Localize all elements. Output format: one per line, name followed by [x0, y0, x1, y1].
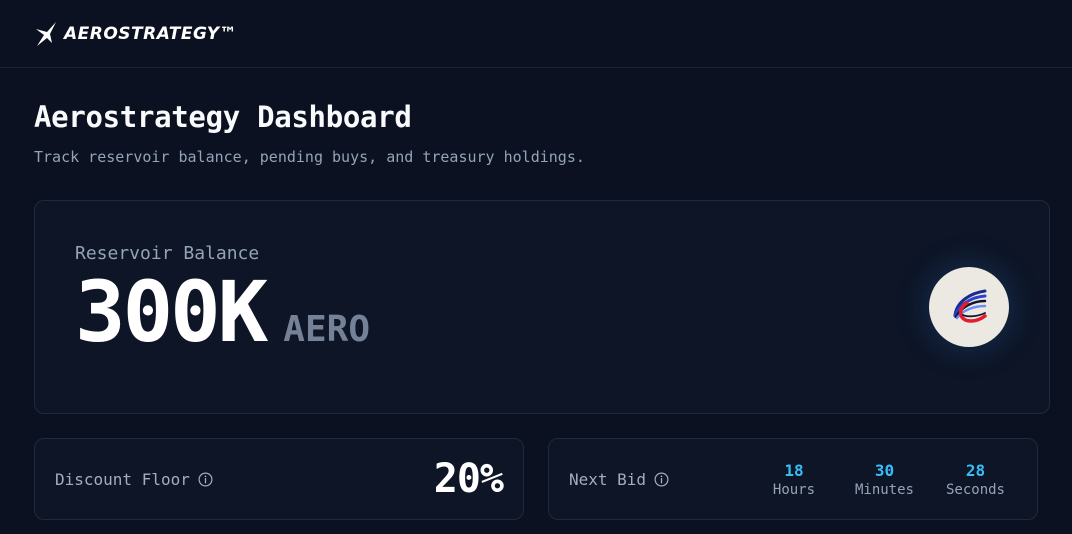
- dashboard-main: Aerostrategy Dashboard Track reservoir b…: [0, 68, 1072, 520]
- aero-token-icon: [929, 267, 1009, 347]
- star-logo-icon: [36, 21, 56, 46]
- discount-floor-value: 20%: [433, 456, 504, 502]
- page-subtitle: Track reservoir balance, pending buys, a…: [34, 148, 585, 166]
- next-bid-label: Next Bid: [569, 469, 647, 489]
- aero-swoosh-icon: [953, 289, 987, 323]
- reservoir-balance-label: Reservoir Balance: [75, 243, 260, 264]
- discount-floor-card: Discount Floor 20%: [34, 438, 524, 520]
- reservoir-balance-row: 300K AERO: [75, 270, 1049, 354]
- reservoir-balance-value: 300K: [75, 263, 268, 361]
- countdown-minutes-label: Minutes: [854, 481, 914, 498]
- countdown-seconds-label: Seconds: [945, 481, 1005, 498]
- brand-name: AEROSTRATEGY™: [64, 23, 238, 44]
- countdown-hours-value: 18: [784, 460, 804, 480]
- next-bid-card: Next Bid 18 Hours 30 Minutes 28 Seconds: [548, 438, 1038, 520]
- reservoir-balance-card: Reservoir Balance 300K AERO: [34, 200, 1050, 414]
- stats-row: Discount Floor 20% Next Bid 18 Hours 30 …: [34, 438, 1038, 520]
- countdown-seconds: 28 Seconds: [946, 461, 1005, 498]
- countdown-hours: 18 Hours: [765, 461, 823, 498]
- page-title: Aerostrategy Dashboard: [34, 100, 412, 134]
- countdown-minutes: 30 Minutes: [855, 461, 914, 498]
- top-bar: AEROSTRATEGY™: [0, 0, 1072, 68]
- next-bid-countdown: 18 Hours 30 Minutes 28 Seconds: [765, 461, 1005, 498]
- brand-logo[interactable]: AEROSTRATEGY™: [34, 21, 237, 47]
- countdown-hours-label: Hours: [772, 481, 816, 498]
- info-icon[interactable]: [654, 472, 669, 487]
- countdown-minutes-value: 30: [874, 460, 895, 480]
- info-icon[interactable]: [198, 472, 213, 487]
- next-bid-label-group: Next Bid: [569, 470, 669, 489]
- discount-floor-label: Discount Floor: [55, 469, 190, 489]
- reservoir-balance-unit: AERO: [283, 309, 370, 350]
- discount-floor-label-group: Discount Floor: [55, 470, 213, 489]
- countdown-seconds-value: 28: [965, 460, 986, 480]
